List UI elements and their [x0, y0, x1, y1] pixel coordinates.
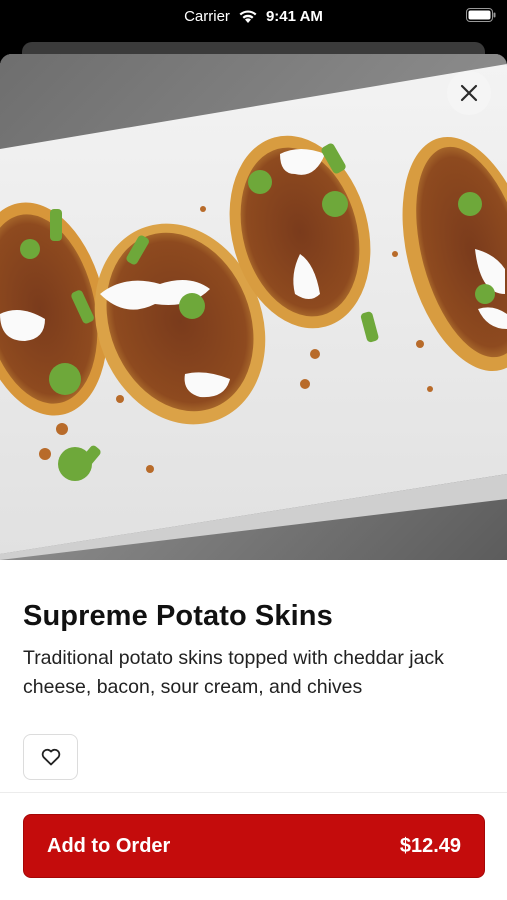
item-detail-sheet: Supreme Potato Skins Traditional potato … [0, 54, 507, 900]
divider [0, 792, 507, 793]
item-photo [0, 54, 507, 560]
status-bar: Carrier 9:41 AM [0, 0, 507, 40]
food-photo-potato-skins [0, 54, 507, 560]
item-description: Traditional potato skins topped with che… [23, 647, 444, 698]
favorite-button[interactable] [23, 734, 78, 780]
battery-icon [466, 8, 496, 22]
add-to-order-label: Add to Order [47, 834, 171, 857]
carrier-label: Carrier [184, 7, 230, 25]
heart-icon [41, 748, 60, 766]
wifi-icon [239, 10, 257, 23]
item-price: $12.49 [399, 834, 461, 857]
add-to-order-button[interactable]: Add to Order $12.49 [23, 814, 485, 878]
close-button[interactable] [447, 71, 491, 115]
clock: 9:41 AM [265, 7, 323, 25]
close-icon [460, 84, 478, 102]
item-title: Supreme Potato Skins [23, 600, 333, 632]
